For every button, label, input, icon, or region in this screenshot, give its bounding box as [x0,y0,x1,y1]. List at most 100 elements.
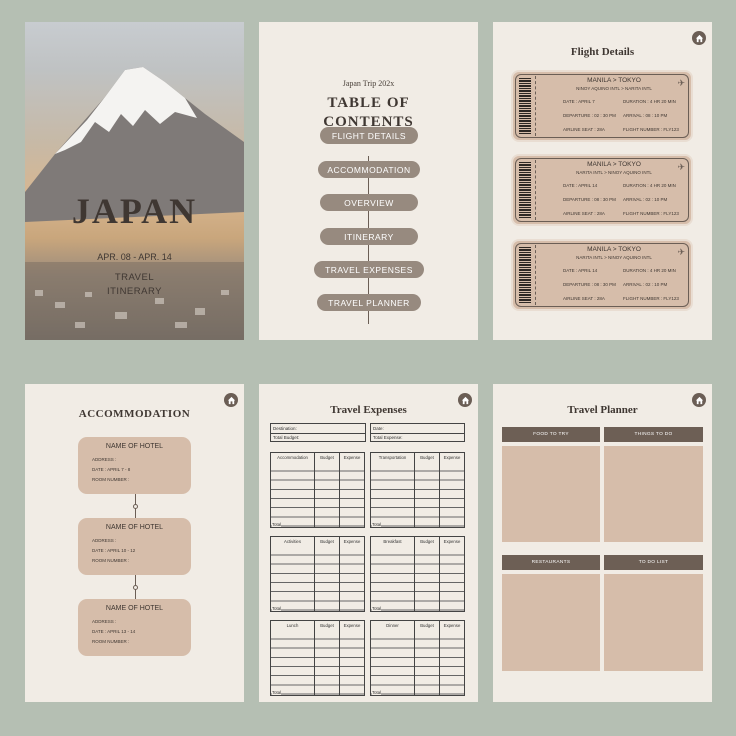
ticket-departure: DEPARTURE : 08 : 30 PM [563,282,616,287]
table-header-budget: Budget [415,621,439,630]
expense-table-accommodation: Accommodation Budget Expense Total [270,452,365,528]
expense-table-breakfast: Breakfast Budget Expense Total [370,536,465,612]
travel-expenses-page: Travel Expenses Destination: Total Budge… [259,384,478,702]
ticket-route: MANILA > TOKYO [587,246,641,253]
table-header-expense: Expense [440,537,464,546]
ticket-arrival: ARRIVAL : 02 : 10 PM [623,282,668,287]
section-header-things-to-do: THINGS TO DO [604,427,703,442]
toc-item-accommodation[interactable]: ACCOMMODATION [318,161,420,178]
ticket-route: MANILA > TOKYO [587,161,641,168]
ticket-arrival: ARRIVAL : 02 : 10 PM [623,197,668,202]
cover-dates: APR. 08 - APR. 14 [97,252,172,262]
barcode-icon [519,162,531,218]
flight-details-page: Flight Details ✈ MANILA > TOKYO NINOY AQ… [493,22,712,340]
table-header-budget: Budget [315,453,339,462]
total-budget-label: Total Budget: [273,435,300,440]
table-total-label: Total [372,690,382,695]
ticket-duration: DURATION : 4 HR 20 MIN [623,183,676,188]
toc-page: Japan Trip 202x TABLE OF CONTENTS FLIGHT… [259,22,478,340]
travel-expenses-title: Travel Expenses [330,404,407,416]
table-header-budget: Budget [415,453,439,462]
flight-details-title: Flight Details [570,46,635,58]
section-body-to-do-list[interactable] [604,574,703,671]
ticket-route: MANILA > TOKYO [587,77,641,84]
section-body-things-to-do[interactable] [604,446,703,542]
ticket-flight-number: FLIGHT NUMBER : FLY123 [623,127,679,132]
table-header-category: Accommodation [271,453,314,462]
hotel-address: ADDRESS : [92,538,117,543]
toc-item-flight-details[interactable]: FLIGHT DETAILS [320,127,418,144]
toc-kicker: Japan Trip 202x [342,79,395,88]
table-header-category: Lunch [271,621,314,630]
hotel-card: NAME OF HOTEL ADDRESS : DATE : APRIL 7 -… [78,437,191,494]
table-header-expense: Expense [440,453,464,462]
accommodation-title: ACCOMMODATION [78,408,191,420]
hotel-date: DATE : APRIL 13 - 14 [92,629,136,634]
barcode-icon [519,247,531,303]
hotel-connector-dot [133,504,138,509]
accommodation-page: ACCOMMODATION NAME OF HOTEL ADDRESS : DA… [25,384,244,702]
table-header-expense: Expense [340,621,364,630]
ticket-departure: DEPARTURE : 08 : 30 PM [563,197,616,202]
hotel-room-number: ROOM NUMBER : [92,639,130,644]
toc-item-itinerary[interactable]: ITINERARY [320,228,418,245]
ticket-airports: NINOY AQUINO INTL > NARITA INTL [576,86,652,91]
ticket-seat: AIRLINE SEAT : 28A [563,296,605,301]
section-body-food-to-try[interactable] [502,446,600,542]
table-header-expense: Expense [340,537,364,546]
barcode-icon [519,78,531,134]
table-header-budget: Budget [415,537,439,546]
flight-ticket: ✈ MANILA > TOKYO NINOY AQUINO INTL > NAR… [511,70,693,142]
ticket-airports: NARITA INTL > NINOY AQUINO INTL [576,170,652,175]
table-header-category: Breakfast [371,537,414,546]
ticket-seat: AIRLINE SEAT : 28A [563,127,605,132]
expense-table-activities: Activities Budget Expense Total [270,536,365,612]
section-header-to-do-list: TO DO LIST [604,555,703,570]
table-total-label: Total [272,690,282,695]
section-body-restaurants[interactable] [502,574,600,671]
summary-box-right: Date: Total Expense: [370,423,465,442]
hotel-name: NAME OF HOTEL [105,524,164,531]
expense-table-lunch: Lunch Budget Expense Total [270,620,365,696]
flight-ticket: ✈ MANILA > TOKYO NARITA INTL > NINOY AQU… [511,239,693,311]
home-icon[interactable] [692,31,706,45]
cover-subtitle-itinerary: ITINERARY [106,286,162,297]
section-header-food-to-try: FOOD TO TRY [502,427,600,442]
total-expense-label: Total Expense: [373,435,403,440]
expense-table-dinner: Dinner Budget Expense Total [370,620,465,696]
hotel-connector-dot [133,585,138,590]
hotel-date: DATE : APRIL 10 - 12 [92,548,136,553]
table-header-category: Dinner [371,621,414,630]
table-total-label: Total [372,606,382,611]
table-header-expense: Expense [440,621,464,630]
home-icon[interactable] [224,393,238,407]
ticket-flight-number: FLIGHT NUMBER : FLY123 [623,296,679,301]
toc-item-travel-planner[interactable]: TRAVEL PLANNER [317,294,421,311]
hotel-name: NAME OF HOTEL [105,605,164,612]
ticket-date: DATE : APRIL 7 [563,99,595,104]
ticket-duration: DURATION : 4 HR 20 MIN [623,99,676,104]
toc-item-overview[interactable]: OVERVIEW [320,194,418,211]
cover-page: JAPAN APR. 08 - APR. 14 TRAVEL ITINERARY [25,22,244,340]
table-total-label: Total [272,606,282,611]
ticket-departure: DEPARTURE : 02 : 30 PM [563,113,616,118]
table-total-label: Total [272,522,282,527]
hotel-room-number: ROOM NUMBER : [92,477,130,482]
table-total-label: Total [372,522,382,527]
table-header-category: Activities [271,537,314,546]
cover-subtitle-travel: TRAVEL [114,272,155,283]
table-header-budget: Budget [315,621,339,630]
flight-ticket: ✈ MANILA > TOKYO NARITA INTL > NINOY AQU… [511,154,693,226]
section-header-restaurants: RESTAURANTS [502,555,600,570]
toc-item-travel-expenses[interactable]: TRAVEL EXPENSES [314,261,424,278]
destination-label: Destination: [273,426,297,431]
hotel-address: ADDRESS : [92,457,117,462]
hotel-name: NAME OF HOTEL [105,443,164,450]
ticket-airports: NARITA INTL > NINOY AQUINO INTL [576,255,652,260]
hotel-date: DATE : APRIL 7 - 8 [92,467,131,472]
cover-title: JAPAN [71,191,198,231]
table-header-budget: Budget [315,537,339,546]
summary-box-left: Destination: Total Budget: [270,423,366,442]
hotel-address: ADDRESS : [92,619,117,624]
travel-planner-page: Travel Planner FOOD TO TRY THINGS TO DO … [493,384,712,702]
